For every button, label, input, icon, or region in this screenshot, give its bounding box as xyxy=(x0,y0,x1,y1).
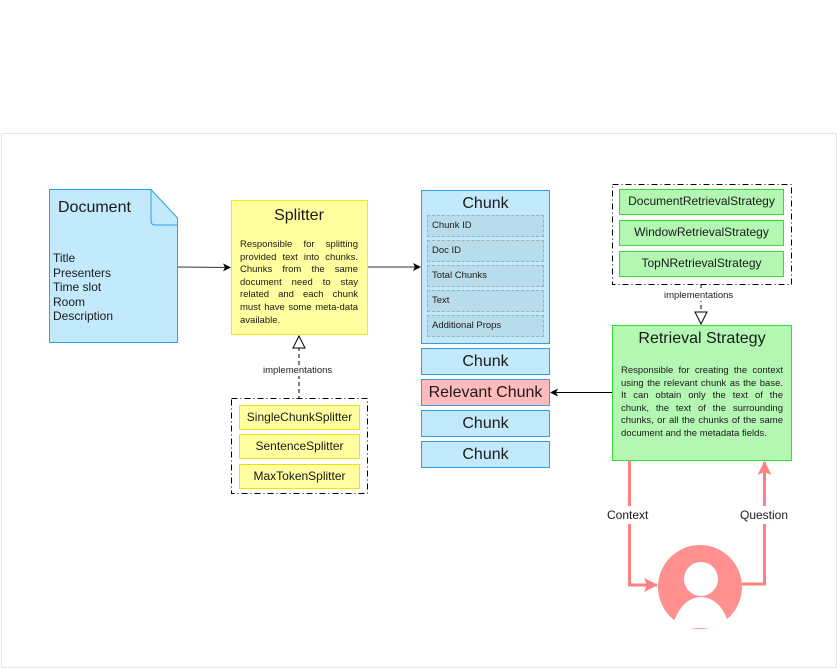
chunk-field-text: Text xyxy=(427,290,544,312)
chunk-box[interactable]: Chunk xyxy=(421,348,550,375)
impl-document-retrieval-strategy[interactable]: DocumentRetrievalStrategy xyxy=(619,189,784,215)
chunk-schema-box[interactable]: Chunk Chunk ID Doc ID Total Chunks Text … xyxy=(421,190,550,344)
question-label: Question xyxy=(740,506,789,524)
impl-sentence-splitter[interactable]: SentenceSplitter xyxy=(239,434,360,459)
retrieval-description: Responsible for creating the context usi… xyxy=(621,365,783,439)
chunk-title: Chunk xyxy=(462,195,509,212)
chunk-box[interactable]: Chunk xyxy=(421,441,550,468)
splitter-box[interactable]: Splitter Responsible for splitting provi… xyxy=(231,200,368,335)
context-label: Context xyxy=(607,506,649,524)
retrieval-title: Retrieval Strategy xyxy=(638,330,766,347)
document-field: Description xyxy=(53,309,114,323)
relevant-chunk-box[interactable]: Relevant Chunk xyxy=(421,379,550,406)
chunk-field-doc-id: Doc ID xyxy=(427,240,544,262)
document-field: Title xyxy=(53,251,76,265)
chunk-field-total-chunks: Total Chunks xyxy=(427,265,544,287)
impl-max-token-splitter[interactable]: MaxTokenSplitter xyxy=(239,464,360,489)
document-fields: Title Presenters Time slot Room Descript… xyxy=(53,251,113,324)
chunk-field-chunk-id: Chunk ID xyxy=(427,215,544,237)
retrieval-implementations-label: implementations xyxy=(662,290,736,301)
retrieval-strategy-box[interactable]: Retrieval Strategy Responsible for creat… xyxy=(612,325,792,461)
impl-window-retrieval-strategy[interactable]: WindowRetrievalStrategy xyxy=(619,220,784,246)
document-field: Time slot xyxy=(53,280,102,294)
impl-single-chunk-splitter[interactable]: SingleChunkSplitter xyxy=(239,405,360,430)
splitter-title: Splitter xyxy=(274,207,324,224)
splitter-description: Responsible for splitting provided text … xyxy=(240,239,358,326)
chunk-box[interactable]: Chunk xyxy=(421,410,550,437)
document-field: Room xyxy=(53,294,86,309)
splitter-implementations-label: implementations xyxy=(261,365,335,376)
chunk-field-additional-props: Additional Props xyxy=(427,315,544,337)
document-field: Presenters xyxy=(53,265,112,280)
document-title: Document xyxy=(58,199,131,216)
impl-topn-retrieval-strategy[interactable]: TopNRetrievalStrategy xyxy=(619,251,784,277)
